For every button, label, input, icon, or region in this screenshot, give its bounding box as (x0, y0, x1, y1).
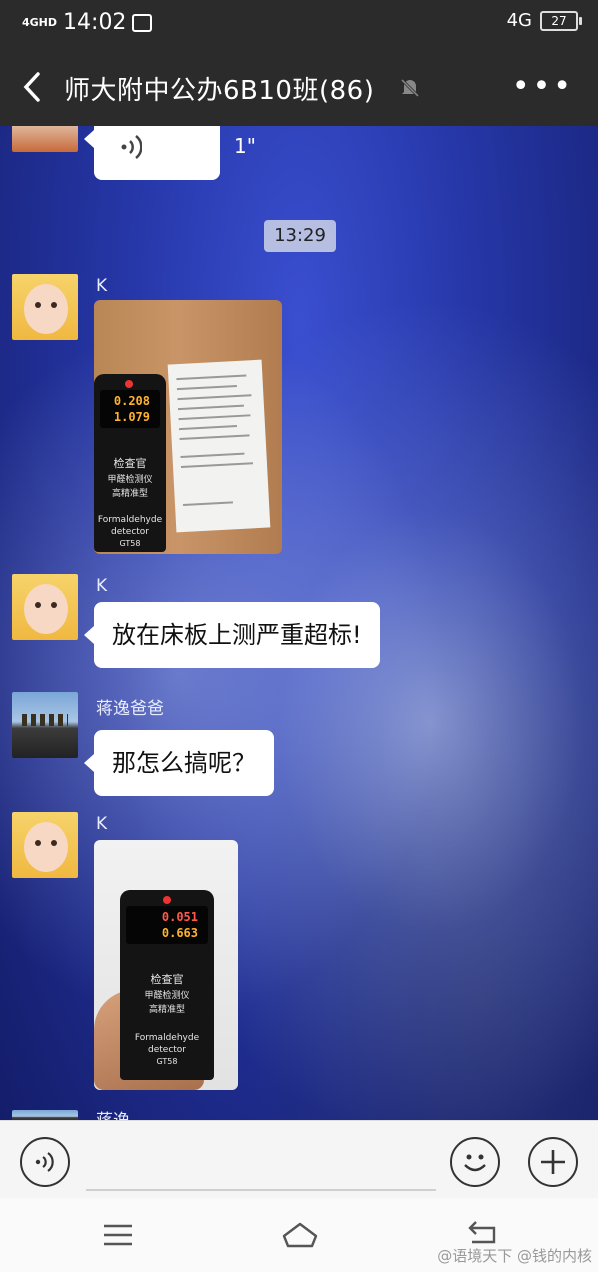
add-more-button[interactable] (528, 1137, 578, 1187)
message-icon (132, 13, 153, 32)
reading-primary: 0.208 (113, 394, 150, 408)
reading-primary: 0.051 (161, 910, 198, 924)
reading-secondary: 1.079 (113, 410, 150, 424)
mute-bell-icon (400, 78, 420, 98)
device-label: 甲醛检测仪 (144, 991, 190, 1001)
avatar[interactable] (12, 574, 78, 640)
avatar[interactable] (12, 692, 78, 758)
chevron-left-icon (23, 72, 40, 102)
formaldehyde-detector: 0.208 1.079 检查官 甲醛检测仪 高精准型 Formaldehyde … (94, 374, 166, 552)
text-message[interactable]: 那怎么搞呢？ (84, 730, 274, 796)
sender-name: K (96, 814, 108, 834)
emoji-button[interactable] (450, 1137, 500, 1187)
device-label: 甲醛检测仪 (107, 475, 153, 485)
device-label: GT58 (156, 1057, 178, 1066)
device-label: Formaldehyde (97, 515, 163, 525)
back-button[interactable] (18, 70, 48, 104)
voice-message[interactable] (84, 126, 220, 180)
image-message[interactable]: 0.051 0.663 检查官 甲醛检测仪 高精准型 Formaldehyde … (94, 840, 238, 1090)
voice-wave-icon (121, 135, 142, 159)
network-indicator: 4G (506, 10, 532, 31)
sender-name: 蒋逸爸爸 (96, 699, 164, 719)
avatar[interactable] (12, 274, 78, 340)
device-label: detector (111, 527, 149, 537)
more-options-button[interactable]: ••• (512, 72, 574, 102)
voice-wave-icon (35, 1152, 54, 1172)
sender-name: 蒋逸 (96, 1106, 130, 1120)
sender-name: K (96, 276, 108, 296)
device-label: GT58 (119, 539, 141, 548)
text-message[interactable]: 放在床板上测严重超标! (84, 602, 380, 668)
chat-header: 师大附中公办6B10班(86) ••• (0, 48, 598, 126)
battery-icon: 27 (540, 10, 582, 31)
watermark: @语境天下 @钱的内核 (437, 1247, 592, 1265)
device-label: 检查官 (113, 457, 147, 470)
voice-input-button[interactable] (20, 1137, 70, 1187)
home-icon (282, 1222, 318, 1248)
sender-name: K (96, 576, 108, 596)
home-button[interactable] (280, 1218, 320, 1252)
avatar[interactable] (12, 812, 78, 878)
status-time: 14:02 (63, 10, 127, 35)
plus-icon (541, 1150, 565, 1174)
avatar (12, 126, 78, 152)
status-bar: 4GHD 14:02 4G 27 (0, 0, 598, 48)
signal-indicator: 4GHD (22, 16, 58, 29)
system-nav-bar: @语境天下 @钱的内核 (0, 1198, 598, 1272)
device-label: 高精准型 (111, 489, 148, 499)
image-message[interactable]: 0.208 1.079 检查官 甲醛检测仪 高精准型 Formaldehyde … (94, 300, 282, 554)
time-divider: 13:29 (264, 220, 336, 252)
message-input[interactable] (86, 1143, 436, 1191)
device-label: 高精准型 (148, 1005, 185, 1015)
formaldehyde-detector: 0.051 0.663 检查官 甲醛检测仪 高精准型 Formaldehyde … (120, 890, 214, 1080)
paper-document (167, 359, 271, 533)
page-title: 师大附中公办6B10班(86) (64, 76, 375, 106)
avatar[interactable] (12, 1110, 78, 1120)
device-label: detector (148, 1045, 186, 1055)
device-label: Formaldehyde (134, 1033, 200, 1043)
chat-area[interactable]: 1" 13:29 K 0.208 1.079 检查官 甲醛检测仪 高精准型 Fo… (0, 126, 598, 1120)
input-bar (0, 1120, 598, 1199)
menu-icon (104, 1224, 132, 1246)
voice-duration: 1" (234, 134, 256, 158)
reading-secondary: 0.663 (161, 926, 198, 940)
device-label: 检查官 (150, 973, 184, 986)
menu-button[interactable] (98, 1218, 138, 1252)
smiley-icon (464, 1154, 486, 1172)
